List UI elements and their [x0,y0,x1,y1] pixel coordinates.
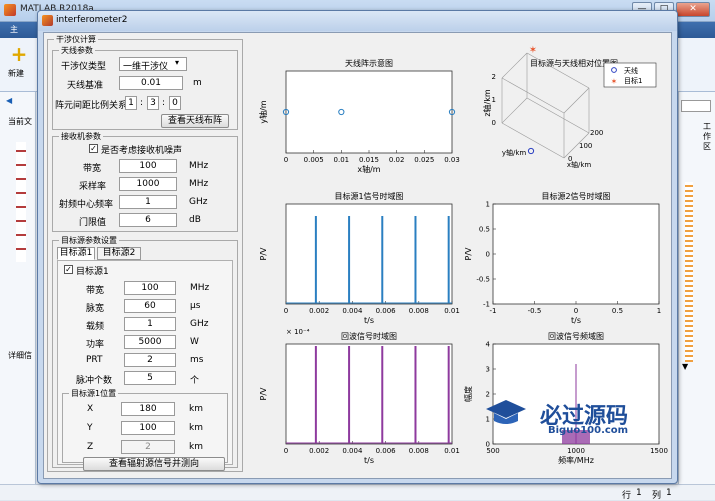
echo-time-chart-xtick-label: 0.008 [409,447,429,455]
antenna-array-chart-xtick-label: 0.02 [389,156,405,164]
echo-freq-chart-ytick-label: 4 [486,341,491,349]
target1-time-chart-xtick-label: 0.006 [376,307,397,315]
target1-time-chart-xtick-label: 0.008 [409,307,429,315]
relative-position-chart-xtick-label: 100 [579,142,592,150]
workspace-list[interactable] [685,182,693,362]
target-marker: ✶ [529,45,537,56]
matlab-close-button[interactable]: ✕ [676,2,710,17]
relative-position-chart-frame-edge [563,87,590,114]
relative-position-chart-ylabel: z轴/km [482,89,492,117]
echo-freq-chart-ytick-label: 0 [486,441,490,449]
relative-position-chart-ztick-label: 0 [492,119,496,127]
antenna-array-chart-xtick-label: 0.03 [444,156,460,164]
target2-time-chart-xtick-label: 0.5 [612,307,623,315]
watermark-url: Biguo100.com [548,425,629,436]
echo-time-chart-title: 回波信号时域图 [341,331,397,341]
antenna-marker [527,147,535,155]
file-list[interactable] [16,142,26,262]
target2-time-chart-axes [492,203,660,305]
relative-position-chart-yaxis-label: y轴/km [502,148,527,157]
new-label: 新建 [8,69,24,78]
status-row-label: 行 [622,491,632,501]
relative-position-chart-xtick-label: 200 [590,129,603,137]
echo-time-chart-xtick-label: 0.004 [342,447,363,455]
workspace-label: 工作区 [703,122,711,151]
antenna-array-chart-xlabel: x轴/m [357,164,380,174]
target1-time-chart-title: 目标源1信号时域图 [334,191,403,201]
workspace-search-input[interactable] [681,100,711,112]
antenna-array-chart-xtick-label: 0.005 [304,156,324,164]
echo-time-chart-ylabel: P/V [259,387,268,401]
status-col-label: 列 [652,491,662,501]
current-folder-label: 当前文 [8,117,32,126]
echo-time-chart-axes [285,343,453,445]
echo-time-chart-xtick-label: 0 [284,447,288,455]
echo-time-chart-xtick-label: 0.002 [309,447,329,455]
target1-time-chart-xtick-label: 0 [284,307,288,315]
echo-time-chart-exponent: × 10⁻⁴ [286,328,310,336]
matlab-logo-icon [4,4,16,16]
echo-freq-chart-xtick-label: 1000 [567,447,585,455]
target1-time-chart-xtick-label: 0.004 [342,307,363,315]
relative-position-chart-frame-edge [501,52,528,79]
target2-time-chart-ytick-label: -0.5 [476,276,490,284]
ribbon-tab-main[interactable]: 主 [10,24,18,35]
echo-freq-chart-ytick-label: 3 [486,366,490,374]
figure-title: interferometer2 [56,15,128,25]
target1-time-chart-ylabel: P/V [259,247,268,261]
target2-time-chart-xtick-label: 0 [574,307,578,315]
antenna-array-chart-xtick-label: 0.025 [414,156,434,164]
relative-position-chart-ztick-label: 1 [492,96,496,104]
status-bar: 行 1 列 1 [0,484,715,501]
new-button[interactable]: + 新建 [4,42,34,86]
target1-time-chart-xtick-label: 0.01 [444,307,460,315]
target2-time-chart-xtick-label: -0.5 [528,307,542,315]
target2-time-chart-xtick-label: -1 [490,307,497,315]
target2-time-chart-ylabel: P/V [464,247,473,261]
target2-time-chart-title: 目标源2信号时域图 [541,191,610,201]
target1-time-chart-axes [285,203,453,305]
figure-titlebar[interactable] [38,11,677,31]
details-label: 详细信 [8,351,32,360]
target2-time-chart-ytick-label: -1 [483,301,490,309]
relative-position-chart-xtick-label: 0 [568,155,572,163]
current-folder-pane: ◀ 当前文 详细信 [0,92,36,492]
echo-freq-chart-title: 回波信号频域图 [548,331,604,341]
antenna-array-chart-ylabel: y轴/m [258,100,268,123]
antenna-array-chart-axes [285,70,453,154]
echo-time-chart-xlabel: t/s [364,456,374,465]
nav-back-icon[interactable]: ◀ [6,96,12,105]
plus-icon: + [10,42,28,66]
status-row-value: 1 [636,488,642,498]
legend-target-label: 目标1 [624,76,642,85]
scroll-down-icon[interactable]: ▼ [682,362,688,371]
relative-position-chart-frame-edge [501,77,565,114]
antenna-array-chart-xtick-label: 0.015 [359,156,379,164]
target1-time-chart-xlabel: t/s [364,316,374,325]
target2-time-chart-xtick-label: 1 [657,307,661,315]
legend-antenna-label: 天线 [624,66,638,75]
target2-time-chart-ytick-label: 0.5 [479,226,490,234]
echo-freq-chart-ylabel: 幅度 [463,386,473,402]
target2-time-chart-xlabel: t/s [571,316,581,325]
relative-position-chart-ztick-label: 2 [492,73,496,81]
status-col-value: 1 [666,488,672,498]
antenna-array-chart-title: 天线阵示意图 [345,58,393,68]
graduation-cap-logo [486,400,526,424]
workspace-pane: 工作区 ▼ [678,92,715,492]
echo-time-chart-xtick-label: 0.01 [444,447,460,455]
echo-freq-chart-xtick-label: 1500 [650,447,668,455]
antenna-array-chart-xtick-label: 0.01 [334,156,350,164]
matlab-figure-icon [42,15,53,26]
target1-time-chart-xtick-label: 0.002 [309,307,329,315]
echo-freq-chart-xlabel: 频率/MHz [558,455,594,465]
relative-position-chart-frame-edge [526,97,590,134]
echo-time-chart-xtick-label: 0.006 [376,447,397,455]
antenna-array-chart-xtick-label: 0 [284,156,288,164]
legend-target-icon: ✶ [611,77,618,86]
target2-time-chart-ytick-label: 0 [486,251,490,259]
relative-position-chart-frame-edge [501,97,528,124]
target2-time-chart-ytick-label: 1 [486,201,490,209]
